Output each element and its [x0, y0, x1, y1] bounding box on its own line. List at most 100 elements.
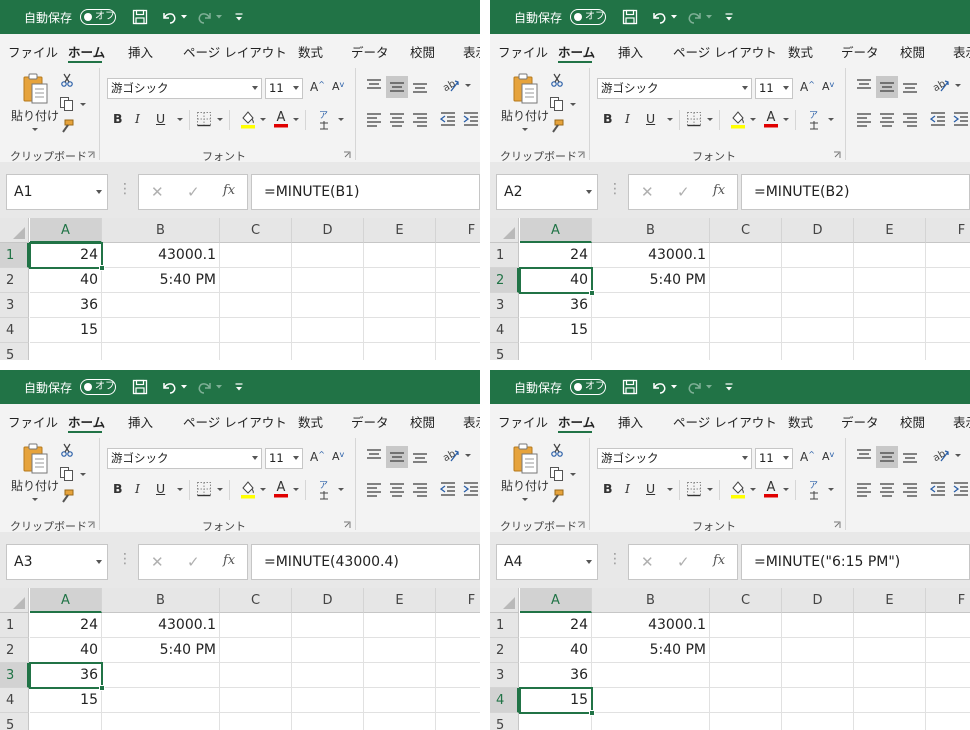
align-center-icon[interactable]: [879, 111, 895, 127]
customize-toolbar-icon[interactable]: [724, 8, 734, 26]
cell-c2[interactable]: [710, 638, 782, 663]
cell-d3[interactable]: [782, 663, 854, 688]
save-icon[interactable]: [621, 378, 639, 396]
cell-e2[interactable]: [854, 268, 926, 293]
bold-button[interactable]: B: [113, 111, 123, 126]
row-header-5[interactable]: 5: [490, 713, 519, 730]
tab-insert[interactable]: 挿入: [128, 42, 153, 61]
cell-e1[interactable]: [854, 613, 926, 638]
borders-icon[interactable]: [196, 481, 212, 497]
undo-icon[interactable]: [650, 8, 668, 26]
cell-e5[interactable]: [854, 343, 926, 360]
column-header-c[interactable]: C: [220, 218, 292, 243]
cancel-icon[interactable]: ✕: [641, 183, 654, 201]
cell-b3[interactable]: [102, 293, 220, 318]
tab-insert[interactable]: 挿入: [128, 412, 153, 431]
paste-label[interactable]: 貼り付け: [11, 107, 59, 124]
column-header-d[interactable]: D: [782, 588, 854, 613]
cell-f5[interactable]: [926, 713, 970, 730]
tab-review[interactable]: 校閲: [410, 412, 435, 431]
row-header-5[interactable]: 5: [490, 343, 519, 360]
cell-d4[interactable]: [292, 688, 364, 713]
cell-a4[interactable]: 15: [520, 318, 592, 343]
undo-dropdown-icon[interactable]: [670, 378, 678, 396]
cell-f3[interactable]: [436, 663, 480, 688]
cell-c2[interactable]: [220, 638, 292, 663]
bold-button[interactable]: B: [603, 481, 613, 496]
customize-toolbar-icon[interactable]: [234, 8, 244, 26]
cell-c3[interactable]: [710, 663, 782, 688]
cell-b5[interactable]: [102, 343, 220, 360]
column-header-c[interactable]: C: [220, 588, 292, 613]
cell-c2[interactable]: [220, 268, 292, 293]
cell-d1[interactable]: [292, 613, 364, 638]
cell-b3[interactable]: [102, 663, 220, 688]
text-orientation-icon[interactable]: ab: [441, 446, 461, 464]
row-header-1[interactable]: 1: [490, 613, 519, 638]
cell-a5[interactable]: [520, 713, 592, 730]
copy-dropdown-icon[interactable]: [570, 473, 576, 476]
name-box[interactable]: A3: [6, 544, 108, 580]
align-top-icon[interactable]: [856, 78, 872, 94]
cell-e5[interactable]: [364, 343, 436, 360]
tab-formulas[interactable]: 数式: [298, 412, 323, 431]
cell-f3[interactable]: [436, 293, 480, 318]
tab-formulas[interactable]: 数式: [298, 42, 323, 61]
row-header-2[interactable]: 2: [490, 268, 519, 293]
insert-function-icon[interactable]: fx: [223, 553, 235, 568]
tab-view[interactable]: 表示: [463, 42, 480, 61]
font-size-select[interactable]: 11: [265, 78, 303, 99]
column-header-d[interactable]: D: [292, 218, 364, 243]
cell-e1[interactable]: [364, 613, 436, 638]
cell-f2[interactable]: [436, 638, 480, 663]
cell-f2[interactable]: [436, 268, 480, 293]
increase-indent-icon[interactable]: [463, 481, 479, 497]
cell-b1[interactable]: 43000.1: [102, 613, 220, 638]
borders-dropdown-icon[interactable]: [707, 118, 713, 121]
tab-file[interactable]: ファイル: [8, 42, 58, 61]
paste-label[interactable]: 貼り付け: [501, 477, 549, 494]
cell-a5[interactable]: [30, 713, 102, 730]
font-color-dropdown-icon[interactable]: [293, 488, 299, 491]
cell-d5[interactable]: [782, 343, 854, 360]
cell-f4[interactable]: [926, 688, 970, 713]
cell-a3[interactable]: 36: [520, 293, 592, 318]
row-header-3[interactable]: 3: [490, 293, 519, 318]
cell-f1[interactable]: [436, 613, 480, 638]
cell-e3[interactable]: [854, 663, 926, 688]
shrink-font-button[interactable]: Av: [822, 80, 834, 93]
bold-button[interactable]: B: [113, 481, 123, 496]
cell-b4[interactable]: [102, 318, 220, 343]
cell-d1[interactable]: [292, 243, 364, 268]
font-size-select[interactable]: 11: [755, 78, 793, 99]
tab-page-layout[interactable]: ページ レイアウト: [673, 412, 777, 431]
paste-icon[interactable]: [22, 72, 50, 106]
autosave-toggle[interactable]: オフ: [80, 9, 116, 25]
tab-data[interactable]: データ: [841, 412, 879, 431]
align-right-icon[interactable]: [412, 481, 428, 497]
font-launcher-icon[interactable]: [343, 521, 351, 529]
tab-formulas[interactable]: 数式: [788, 42, 813, 61]
cell-f5[interactable]: [436, 713, 480, 730]
shrink-font-button[interactable]: Av: [822, 450, 834, 463]
cell-b2[interactable]: 5:40 PM: [592, 638, 710, 663]
grow-font-button[interactable]: A^: [800, 450, 815, 464]
fill-handle[interactable]: [589, 710, 595, 716]
align-right-icon[interactable]: [902, 111, 918, 127]
cell-a3[interactable]: 36: [520, 663, 592, 688]
decrease-indent-icon[interactable]: [930, 481, 946, 497]
font-color-icon[interactable]: A: [273, 108, 289, 128]
column-header-b[interactable]: B: [102, 218, 220, 243]
font-name-select[interactable]: 游ゴシック: [597, 78, 752, 99]
row-header-1[interactable]: 1: [490, 243, 519, 268]
cell-d4[interactable]: [292, 318, 364, 343]
font-color-icon[interactable]: A: [273, 478, 289, 498]
autosave-toggle[interactable]: オフ: [80, 379, 116, 395]
font-size-select[interactable]: 11: [755, 448, 793, 469]
cell-f5[interactable]: [436, 343, 480, 360]
borders-icon[interactable]: [196, 111, 212, 127]
cell-e3[interactable]: [364, 293, 436, 318]
cell-e4[interactable]: [854, 688, 926, 713]
cell-c4[interactable]: [710, 318, 782, 343]
font-color-icon[interactable]: A: [763, 478, 779, 498]
